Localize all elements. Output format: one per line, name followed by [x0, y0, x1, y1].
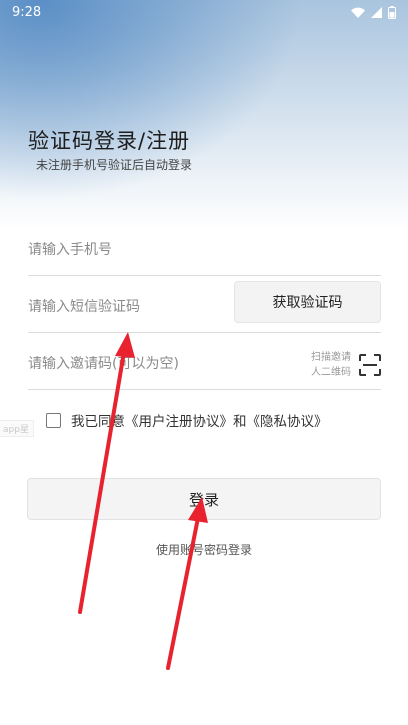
- battery-icon: [388, 5, 396, 19]
- watermark-label: app星: [0, 420, 34, 437]
- scan-label-line1: 扫描邀请: [311, 352, 351, 363]
- agreement-checkbox[interactable]: [46, 412, 61, 428]
- sms-code-field: 获取验证码: [28, 281, 381, 333]
- phone-input[interactable]: [28, 242, 228, 258]
- invite-code-field: 扫描邀请 人二维码: [28, 346, 381, 390]
- phone-field: [28, 232, 381, 276]
- invite-code-input[interactable]: [28, 356, 248, 372]
- agreement-text: 我已同意《用户注册协议》和《隐私协议》: [71, 410, 328, 430]
- page-title: 验证码登录/注册: [28, 129, 191, 153]
- login-button[interactable]: 登录: [27, 478, 381, 520]
- arrow-to-login-button: [166, 497, 208, 670]
- status-icons: [351, 5, 396, 19]
- scan-invite-qr[interactable]: 扫描邀请 人二维码: [311, 350, 381, 380]
- password-login-link[interactable]: 使用账号密码登录: [0, 541, 408, 558]
- scan-label: 扫描邀请 人二维码: [311, 350, 351, 380]
- user-agreement-link[interactable]: 《用户注册协议》: [125, 414, 233, 430]
- status-bar: 9:28: [0, 0, 408, 24]
- agreement-row: 我已同意《用户注册协议》和《隐私协议》: [46, 410, 328, 430]
- sms-code-input[interactable]: [28, 299, 228, 315]
- agreement-prefix: 我已同意: [71, 414, 125, 430]
- scan-label-line2: 人二维码: [311, 367, 351, 378]
- scan-qr-icon[interactable]: [359, 354, 381, 376]
- status-time: 9:28: [12, 4, 42, 20]
- get-sms-code-button[interactable]: 获取验证码: [234, 281, 381, 323]
- signal-icon: [371, 6, 382, 18]
- privacy-agreement-link[interactable]: 《隐私协议》: [247, 414, 328, 430]
- header-background: [0, 0, 408, 230]
- agreement-conjunction: 和: [233, 414, 247, 430]
- wifi-icon: [351, 7, 365, 18]
- page-subtitle: 未注册手机号验证后自动登录: [36, 158, 193, 172]
